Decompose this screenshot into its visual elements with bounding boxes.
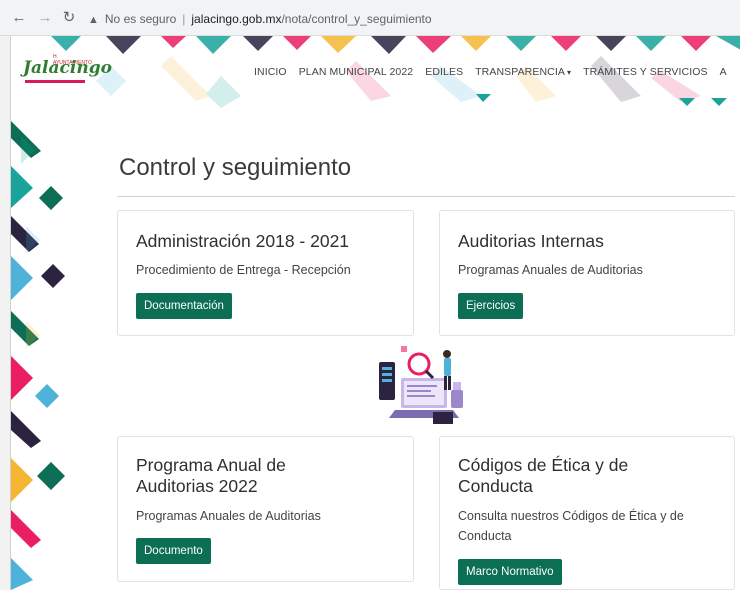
nav-item-tramites[interactable]: TRÁMITES Y SERVICIOS: [583, 66, 708, 82]
card-title-line2: Auditorias 2022: [136, 476, 258, 496]
url-path: /nota/control_y_seguimiento: [281, 12, 432, 26]
card-auditorias-internas: Auditorias Internas Programas Anuales de…: [439, 210, 735, 336]
web-page: H. AYUNTAMIENTO Jalacingo INICIO PLAN MU…: [10, 36, 740, 590]
ejercicios-button[interactable]: Ejercicios: [458, 293, 524, 319]
reload-icon[interactable]: ↻: [60, 9, 78, 27]
nav-item-inicio[interactable]: INICIO: [254, 66, 287, 82]
card-title-line2: Conducta: [458, 476, 533, 496]
card-text: Programas Anuales de Auditorias: [136, 509, 321, 523]
documento-button[interactable]: Documento: [136, 538, 211, 564]
site-logo[interactable]: H. AYUNTAMIENTO Jalacingo: [23, 54, 112, 86]
warning-icon: ▲: [88, 14, 99, 26]
card-title-line1: Códigos de Ética y de: [458, 455, 629, 475]
decorative-side-pattern: [11, 121, 65, 590]
nav-item-truncated[interactable]: A: [720, 66, 727, 82]
card-text: Procedimiento de Entrega - Recepción: [136, 263, 351, 277]
url-host: jalacingo.gob.mx: [191, 12, 282, 26]
documentacion-button[interactable]: Documentación: [136, 293, 232, 319]
nav-item-plan-municipal[interactable]: PLAN MUNICIPAL 2022: [299, 66, 414, 82]
forward-arrow-icon[interactable]: →: [36, 9, 54, 27]
security-label: No es seguro: [104, 12, 177, 26]
page-title: Control y seguimiento: [119, 154, 352, 181]
main-navigation: INICIO PLAN MUNICIPAL 2022 EDILES TRANSP…: [254, 66, 739, 82]
chevron-down-icon: ▾: [566, 68, 572, 77]
browser-address-bar: ← → ↻ ▲ No es seguro | jalacingo.gob.mx/not…: [0, 0, 740, 36]
card-codigos-etica: Códigos de Ética y de Conducta Consulta …: [439, 436, 735, 590]
card-title-line1: Programa Anual de: [136, 455, 286, 475]
nav-item-transparencia-label: TRANSPARENCIA: [475, 66, 565, 78]
marco-normativo-button[interactable]: Marco Normativo: [458, 559, 562, 585]
back-arrow-icon[interactable]: ←: [10, 9, 28, 27]
card-text-line1: Consulta nuestros Códigos de Ética y de: [458, 509, 684, 523]
audit-illustration: [379, 346, 463, 424]
card-title: Auditorias Internas: [458, 231, 604, 251]
card-title: Administración 2018 - 2021: [136, 231, 350, 251]
url-separator: |: [182, 12, 186, 26]
card-text-line2: Conducta: [458, 529, 512, 543]
card-text: Programas Anuales de Auditorias: [458, 263, 643, 277]
card-programa-anual: Programa Anual de Auditorias 2022 Progra…: [117, 436, 414, 582]
card-administracion: Administración 2018 - 2021 Procedimiento…: [117, 210, 414, 336]
url-field[interactable]: ▲ No es seguro | jalacingo.gob.mx/nota/cont…: [88, 8, 740, 30]
title-divider: [117, 196, 735, 197]
nav-item-transparencia[interactable]: TRANSPARENCIA ▾: [475, 66, 571, 82]
logo-underline: [25, 80, 85, 83]
nav-item-ediles[interactable]: EDILES: [425, 66, 463, 82]
logo-text: Jalacingo: [23, 58, 112, 78]
